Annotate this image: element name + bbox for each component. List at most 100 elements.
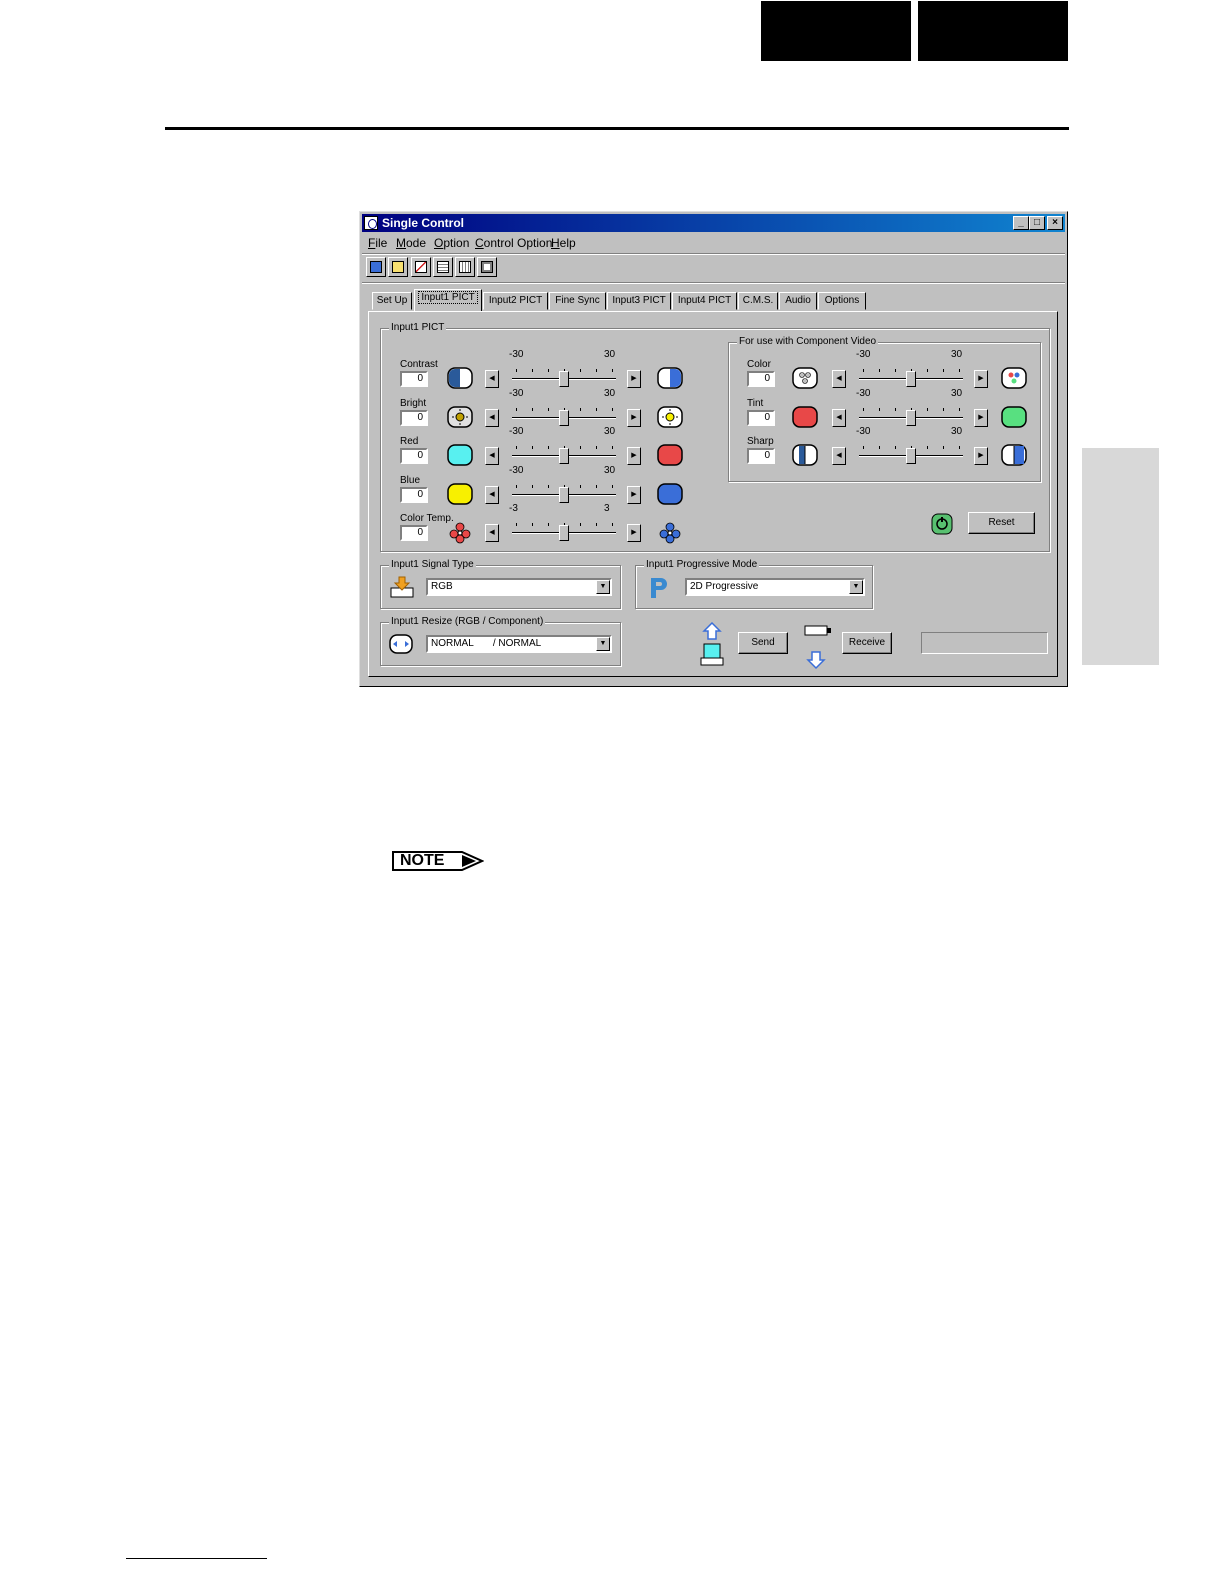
save-icon[interactable] — [388, 257, 408, 277]
color-temp-slider[interactable] — [512, 515, 616, 543]
blue-decrease-button[interactable]: ◀ — [485, 485, 499, 504]
color-temp-slider-thumb[interactable] — [559, 525, 569, 541]
menu-option[interactable]: Option — [434, 234, 469, 252]
tint-label: Tint — [747, 397, 764, 409]
contrast-slider-thumb[interactable] — [559, 371, 569, 387]
tab-options-label: Options — [824, 295, 860, 306]
tab-input4-pict[interactable]: Input4 PICT — [672, 292, 737, 310]
blue-value-input[interactable]: 0 — [400, 486, 428, 503]
slider-tick — [863, 369, 864, 372]
receive-button[interactable]: Receive — [842, 632, 892, 654]
color-slider[interactable] — [859, 361, 963, 389]
slider-tick — [596, 369, 597, 372]
red-label: Red — [400, 436, 419, 447]
slider-tick — [516, 446, 517, 449]
chevron-down-icon[interactable]: ▼ — [596, 637, 610, 651]
tint-slider-thumb[interactable] — [906, 409, 916, 426]
signal-type-select[interactable]: RGB ▼ — [426, 578, 612, 596]
sharp-slider[interactable] — [859, 438, 963, 466]
tab-audio[interactable]: Audio — [779, 292, 817, 310]
slider-tick — [548, 407, 549, 411]
tab-cms[interactable]: C.M.S. — [738, 292, 778, 310]
send-button[interactable]: Send — [738, 632, 788, 654]
color-temp-decrease-button[interactable]: ◀ — [485, 524, 499, 542]
brightness-high-icon — [657, 405, 683, 428]
red-decrease-button[interactable]: ◀ — [485, 447, 499, 465]
tint-max-label: 30 — [951, 387, 963, 399]
menu-mode[interactable]: Mode — [396, 234, 426, 252]
minimize-button[interactable]: _ — [1013, 216, 1029, 230]
tab-input3-pict[interactable]: Input3 PICT — [607, 292, 671, 310]
bright-slider[interactable] — [512, 400, 616, 428]
color-temp-warm-icon — [447, 521, 471, 544]
color-decrease-button[interactable]: ◀ — [832, 370, 846, 388]
tab-input4-pict-label: Input4 PICT — [677, 295, 732, 306]
sharp-decrease-button[interactable]: ◀ — [832, 447, 846, 465]
progressive-mode-value: 2D Progressive — [690, 581, 759, 592]
slider-tick — [548, 484, 549, 488]
contrast-low-icon — [447, 367, 473, 389]
sharp-value-input[interactable]: 0 — [747, 448, 775, 464]
tab-options[interactable]: Options — [818, 292, 866, 310]
bright-decrease-button[interactable]: ◀ — [485, 408, 499, 427]
menu-control-option[interactable]: Control Option — [475, 234, 552, 252]
contrast-value-input[interactable]: 0 — [400, 371, 428, 387]
layout-icon[interactable] — [477, 257, 497, 277]
list-icon[interactable] — [433, 257, 453, 277]
tint-increase-button[interactable]: ▶ — [974, 408, 988, 427]
red-increase-button[interactable]: ▶ — [627, 447, 641, 465]
blue-slider-thumb[interactable] — [559, 486, 569, 503]
tab-input2-pict[interactable]: Input2 PICT — [483, 292, 548, 310]
tab-set-up[interactable]: Set Up — [372, 292, 412, 310]
menu-separator — [362, 253, 1065, 255]
blue-label: Blue — [400, 474, 421, 486]
slider-tick — [516, 523, 517, 526]
blue-slider[interactable] — [512, 477, 616, 505]
contrast-slider[interactable] — [512, 361, 616, 389]
grid-icon[interactable] — [455, 257, 475, 277]
delete-icon[interactable] — [411, 257, 431, 277]
open-icon[interactable] — [366, 257, 386, 277]
contrast-increase-button[interactable]: ▶ — [627, 370, 641, 388]
tint-slider[interactable] — [859, 400, 963, 428]
bright-increase-button[interactable]: ▶ — [627, 408, 641, 427]
tab-fine-sync[interactable]: Fine Sync — [549, 292, 606, 310]
tab-input1-pict[interactable]: Input1 PICT — [414, 289, 482, 311]
menu-option-label: ption — [443, 236, 470, 250]
bright-value-input[interactable]: 0 — [400, 409, 428, 426]
reset-button[interactable]: Reset — [968, 512, 1035, 534]
close-button[interactable]: × — [1047, 216, 1063, 230]
chevron-down-icon[interactable]: ▼ — [596, 580, 610, 594]
red-slider[interactable] — [512, 438, 616, 466]
color-increase-button[interactable]: ▶ — [974, 370, 988, 388]
sharp-increase-button[interactable]: ▶ — [974, 447, 988, 465]
maximize-button[interactable]: □ — [1029, 216, 1045, 230]
blue-increase-button[interactable]: ▶ — [627, 485, 641, 504]
contrast-decrease-button[interactable]: ◀ — [485, 370, 499, 388]
tab-input2-pict-label: Input2 PICT — [488, 295, 543, 306]
color-temp-increase-button[interactable]: ▶ — [627, 524, 641, 542]
red-value-input[interactable]: 0 — [400, 448, 428, 464]
tint-value-input[interactable]: 0 — [747, 409, 775, 426]
tint-decrease-button[interactable]: ◀ — [832, 408, 846, 427]
tab-audio-label: Audio — [785, 295, 811, 306]
bright-slider-thumb[interactable] — [559, 409, 569, 426]
color-slider-thumb[interactable] — [906, 371, 916, 387]
slider-tick — [532, 407, 533, 411]
chevron-down-icon[interactable]: ▼ — [849, 580, 863, 594]
menu-file[interactable]: File — [368, 234, 387, 252]
side-thumb-tab — [1082, 448, 1159, 665]
input-signal-icon — [389, 576, 414, 598]
menu-help[interactable]: Help — [551, 234, 576, 252]
red-slider-thumb[interactable] — [559, 448, 569, 464]
color-temp-value-input[interactable]: 0 — [400, 525, 428, 541]
sharp-slider-thumb[interactable] — [906, 448, 916, 464]
slider-tick — [596, 523, 597, 526]
slider-tick — [548, 369, 549, 372]
picture-group: Input1 PICT Contrast 0 ◀ -30 30 ▶ Bright 0 ◀ -30 3… — [380, 322, 1050, 552]
tint-high-icon — [1001, 405, 1027, 428]
progressive-mode-select[interactable]: 2D Progressive ▼ — [685, 578, 865, 596]
red-low-icon — [447, 444, 473, 466]
color-value-input[interactable]: 0 — [747, 371, 775, 387]
resize-select[interactable]: NORMAL / NORMAL ▼ — [426, 635, 612, 653]
